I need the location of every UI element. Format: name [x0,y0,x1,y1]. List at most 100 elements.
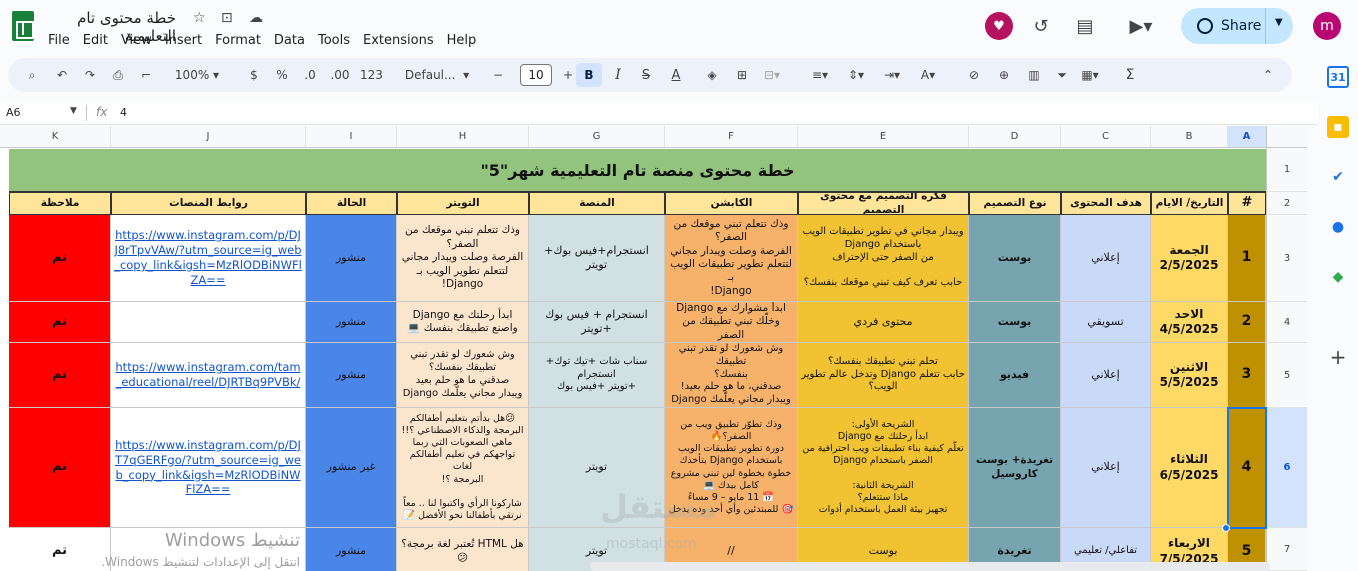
cell-twitter[interactable]: ابدأ رحلتك مع Django واصنع تطبيقك بنفسك … [397,302,529,343]
cell-link[interactable]: https://www.instagram.com/p/DJT7qGERFgo/… [111,408,306,528]
meet-icon[interactable]: ▶▾ [1121,12,1161,40]
column-header-b[interactable]: B [1151,126,1228,148]
column-header-f[interactable]: F [665,126,798,148]
cell-link[interactable]: https://www.instagram.com/tam_educationa… [111,343,306,408]
move-folder-icon[interactable]: ⊡ [221,10,233,26]
header-design-idea[interactable]: فكره التصميم مع محتوى التصميم [798,192,969,215]
cell-date[interactable]: الاحد 4/5/2025 [1151,302,1228,343]
cell-platform[interactable]: انستجرام+فيس بوك+ تويتر [529,215,665,302]
column-header-g[interactable]: G [529,126,665,148]
cell-twitter[interactable]: وش شعورك لو تقدر تبني تطبيقك بنفسك؟ صدقن… [397,343,529,408]
cell-link[interactable] [111,302,306,343]
strikethrough-button[interactable]: S [636,63,656,87]
link-text[interactable]: https://www.instagram.com/p/DJT7qGERFgo/… [114,438,302,498]
filter-views-icon[interactable]: ▦▾ [1080,63,1100,87]
cell-twitter[interactable]: هل HTML تُعتبر لغة برمجة؟ 😕 [397,528,529,571]
header-design-type[interactable]: نوع التصميم [969,192,1061,215]
cell-note[interactable]: تم [9,343,111,408]
vertical-align-icon[interactable]: ⇕▾ [846,63,866,87]
name-box[interactable]: A6 [6,106,21,119]
text-color-button[interactable]: A [666,63,686,87]
gemini-icon[interactable]: ♥ [985,12,1013,40]
menu-data[interactable]: Data [274,31,311,48]
cell-number[interactable]: 1 [1228,215,1266,302]
row-header-5[interactable]: 5 [1266,343,1307,408]
sheets-logo-icon[interactable] [12,11,34,41]
cell-date[interactable]: الثلاثاء 6/5/2025 [1151,408,1228,528]
menu-format[interactable]: Format [215,31,267,48]
menu-help[interactable]: Help [447,31,483,48]
cell-note[interactable]: تم [9,408,111,528]
cell-content-goal[interactable]: إعلاني [1061,215,1151,302]
font-size-input[interactable]: 10 [520,64,552,86]
cell-status[interactable]: منشور [306,528,397,571]
cell-date[interactable]: الجمعة 2/5/2025 [1151,215,1228,302]
row-header-7[interactable]: 7 [1266,528,1307,571]
percent-format-button[interactable]: % [272,63,292,87]
name-box-dropdown-icon[interactable]: ▼ [70,106,77,116]
header-content-goal[interactable]: هدف المحتوى [1061,192,1151,215]
functions-button[interactable]: Σ [1120,63,1140,87]
cell-status[interactable]: منشور [306,215,397,302]
link-text[interactable]: https://www.instagram.com/p/DJJ8rTpvVAw/… [114,228,302,288]
sheet-banner-title[interactable]: خطة محتوى منصة تام التعليمية شهر"5" [9,149,1266,192]
cell-twitter[interactable]: 😕هل بدأتم بتعليم أطفالكم البرمجة والذكاء… [397,408,529,528]
insert-chart-icon[interactable]: ▥ [1024,63,1044,87]
cloud-status-icon[interactable]: ☁ [249,10,263,26]
print-icon[interactable]: ⎙ [108,63,128,87]
bold-button[interactable]: B [576,63,602,87]
undo-icon[interactable]: ↶ [52,63,72,87]
redo-icon[interactable]: ↷ [80,63,100,87]
column-header-c[interactable]: C [1061,126,1151,148]
menu-view[interactable]: View [121,31,158,48]
avatar[interactable]: m [1313,12,1341,40]
text-wrap-icon[interactable]: ⇥▾ [882,63,902,87]
calendar-icon[interactable]: 31 [1327,66,1349,88]
row-header-4[interactable]: 4 [1266,302,1307,343]
header-number[interactable]: # [1228,192,1266,215]
cell-design-type[interactable]: فيديو [969,343,1061,408]
horizontal-scrollbar[interactable] [590,562,1270,571]
header-note[interactable]: ملاحظة [9,192,111,215]
column-header-h[interactable]: H [397,126,529,148]
header-links[interactable]: روابط المنصات [111,192,306,215]
cell-platform[interactable]: سناب شات +تيك توك+ انستجرام +تويتر +فيس … [529,343,665,408]
cell-date[interactable]: الاثنين 5/5/2025 [1151,343,1228,408]
insert-link-icon[interactable]: ⊘ [964,63,984,87]
merge-cells-icon[interactable]: ⊟▾ [762,63,782,87]
header-platform[interactable]: المنصة [529,192,665,215]
font-select[interactable]: Defaul... ▾ [400,63,474,87]
font-size-decrease-icon[interactable]: − [488,63,508,87]
select-all-corner[interactable] [1266,126,1307,148]
menu-file[interactable]: File [48,31,76,48]
cell-number[interactable]: 4 [1228,408,1266,528]
column-header-k[interactable]: K [0,126,111,148]
menu-tools[interactable]: Tools [318,31,356,48]
cell-design-idea[interactable]: محتوى فردي [798,302,969,343]
fill-handle[interactable] [1222,524,1230,532]
formula-input[interactable]: 4 [120,106,127,119]
italic-button[interactable]: I [608,63,628,87]
text-rotation-icon[interactable]: A▾ [918,63,938,87]
header-status[interactable]: الحالة [306,192,397,215]
cell-note[interactable]: تم [9,302,111,343]
row-header-2[interactable]: 2 [1266,192,1307,215]
cell-content-goal[interactable]: تسويقي [1061,302,1151,343]
cell-caption[interactable]: ابدأ مشوارك مع Django وخلّك تبني تطبيقك … [665,302,798,343]
menu-insert[interactable]: Insert [165,31,208,48]
cell-content-goal[interactable]: إعلاني [1061,343,1151,408]
row-header-1[interactable]: 1 [1266,148,1307,192]
cell-status[interactable]: غير منشور [306,408,397,528]
search-menus-icon[interactable]: ⌕ [22,63,42,87]
collapse-toolbar-icon[interactable]: ⌃ [1258,63,1278,87]
cell-caption[interactable]: وش شعورك لو تقدر تبني تطبيقك بنفسك؟ صدقن… [665,343,798,408]
column-header-d[interactable]: D [969,126,1061,148]
currency-format-button[interactable]: $ [244,63,264,87]
cell-design-type[interactable]: بوست [969,302,1061,343]
star-icon[interactable]: ☆ [193,10,206,26]
fill-color-icon[interactable]: ◈ [702,63,722,87]
borders-icon[interactable]: ⊞ [732,63,752,87]
cell-twitter[interactable]: وذك تتعلم تبني موقعك من الصفر؟ الفرصة وص… [397,215,529,302]
header-date[interactable]: التاريخ/ الايام [1151,192,1228,215]
tasks-icon[interactable]: ✔ [1327,166,1349,188]
